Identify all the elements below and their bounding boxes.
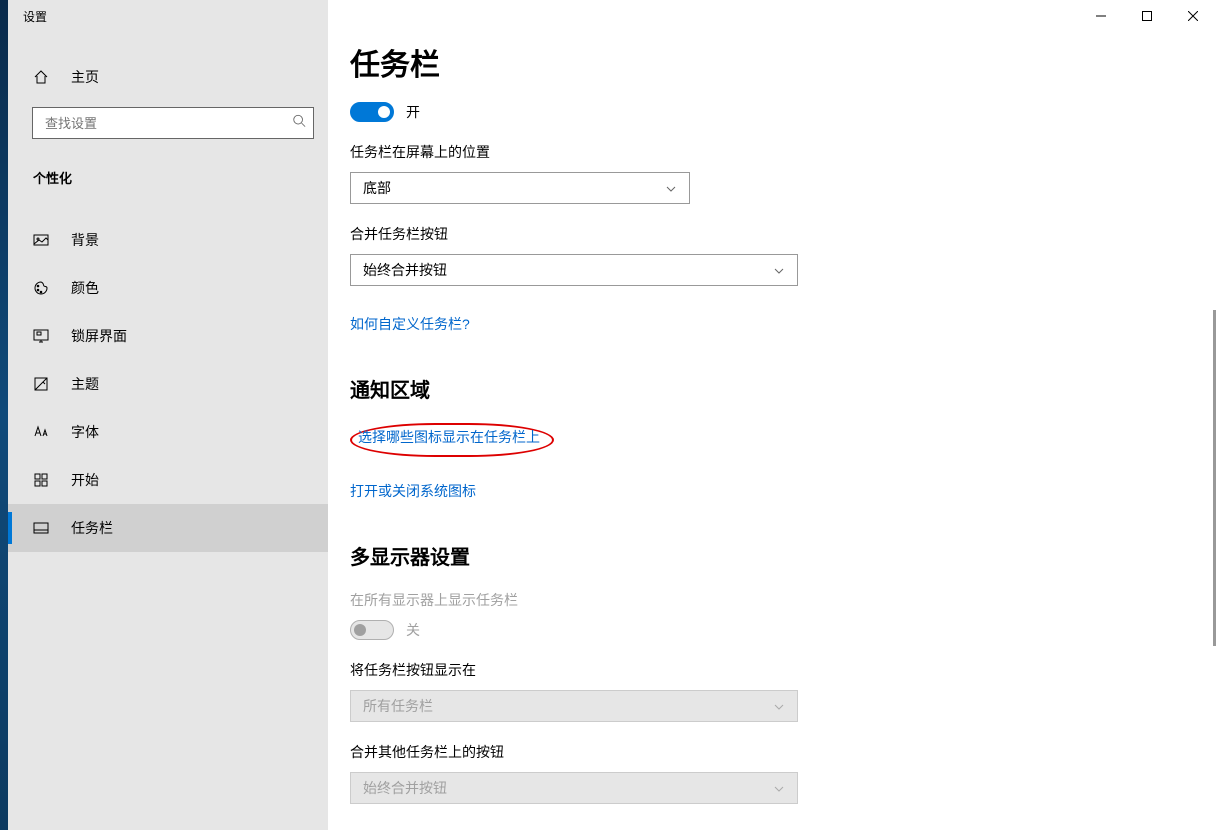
category-label: 个性化 [8, 139, 328, 187]
nav-label: 主题 [71, 374, 99, 394]
multi-combine-dropdown: 始终合并按钮 [350, 772, 798, 804]
multi-show-dropdown: 所有任务栏 [350, 690, 798, 722]
font-icon [33, 424, 49, 440]
nav-item-themes[interactable]: 主题 [8, 360, 328, 408]
chevron-down-icon [773, 264, 785, 276]
nav-item-lockscreen[interactable]: 锁屏界面 [8, 312, 328, 360]
toggle-switch-on[interactable] [350, 102, 394, 122]
start-icon [33, 472, 49, 488]
toggle-state-label: 关 [406, 620, 420, 640]
nav-label: 开始 [71, 470, 99, 490]
picture-icon [33, 232, 49, 248]
combine-label: 合并任务栏按钮 [350, 224, 1216, 244]
window-title-text: 设置 [23, 8, 47, 25]
toggle-state-label: 开 [406, 102, 420, 122]
search-icon [292, 114, 306, 133]
content-scroll[interactable]: 任务栏 开 任务栏在屏幕上的位置 底部 合并任务栏按钮 始终合并按钮 如何自定义… [328, 0, 1216, 830]
desktop-edge [0, 0, 8, 830]
dropdown-value: 所有任务栏 [363, 696, 433, 716]
sidebar: 设置 主页 个性化 背景 [8, 0, 328, 830]
multi-combine-label: 合并其他任务栏上的按钮 [350, 742, 1216, 762]
multi-show-label: 将任务栏按钮显示在 [350, 660, 1216, 680]
page-title: 任务栏 [350, 40, 1216, 84]
home-button[interactable]: 主页 [8, 55, 328, 99]
nav-item-colors[interactable]: 颜色 [8, 264, 328, 312]
dropdown-value: 始终合并按钮 [363, 260, 447, 280]
window-title: 设置 [8, 0, 328, 32]
nav-label: 任务栏 [71, 518, 113, 538]
nav-item-background[interactable]: 背景 [8, 216, 328, 264]
nav-item-start[interactable]: 开始 [8, 456, 328, 504]
dropdown-value: 底部 [363, 178, 391, 198]
lockscreen-icon [33, 328, 49, 344]
search-input[interactable] [32, 107, 314, 139]
position-dropdown[interactable]: 底部 [350, 172, 690, 204]
nav-item-fonts[interactable]: 字体 [8, 408, 328, 456]
position-label: 任务栏在屏幕上的位置 [350, 142, 1216, 162]
toggle-row-1: 开 [350, 102, 1216, 122]
combine-dropdown[interactable]: 始终合并按钮 [350, 254, 798, 286]
nav-label: 字体 [71, 422, 99, 442]
toggle-switch-off-disabled [350, 620, 394, 640]
chevron-down-icon [773, 782, 785, 794]
nav-label: 颜色 [71, 278, 99, 298]
multi-toggle-label: 在所有显示器上显示任务栏 [350, 590, 1216, 610]
palette-icon [33, 280, 49, 296]
section-notification: 通知区域 [350, 374, 1216, 403]
section-multi-display: 多显示器设置 [350, 541, 1216, 570]
multi-toggle-row: 关 [350, 620, 1216, 640]
themes-icon [33, 376, 49, 392]
nav-label: 锁屏界面 [71, 326, 127, 346]
taskbar-icon [33, 520, 49, 536]
nav-label: 背景 [71, 230, 99, 250]
nav-item-taskbar[interactable]: 任务栏 [8, 504, 328, 552]
settings-window: 设置 主页 个性化 背景 [8, 0, 1216, 830]
link-select-icons[interactable]: 选择哪些图标显示在任务栏上 [358, 427, 540, 447]
help-link[interactable]: 如何自定义任务栏? [350, 314, 470, 334]
chevron-down-icon [665, 182, 677, 194]
home-label: 主页 [71, 67, 99, 87]
annotation-circle: 选择哪些图标显示在任务栏上 [350, 423, 554, 457]
chevron-down-icon [773, 700, 785, 712]
home-icon [33, 69, 49, 85]
nav-list: 背景 颜色 锁屏界面 主题 [8, 216, 328, 552]
search-container [8, 99, 328, 139]
link-system-icons[interactable]: 打开或关闭系统图标 [350, 481, 476, 501]
dropdown-value: 始终合并按钮 [363, 778, 447, 798]
content-pane: 任务栏 开 任务栏在屏幕上的位置 底部 合并任务栏按钮 始终合并按钮 如何自定义… [328, 0, 1216, 830]
